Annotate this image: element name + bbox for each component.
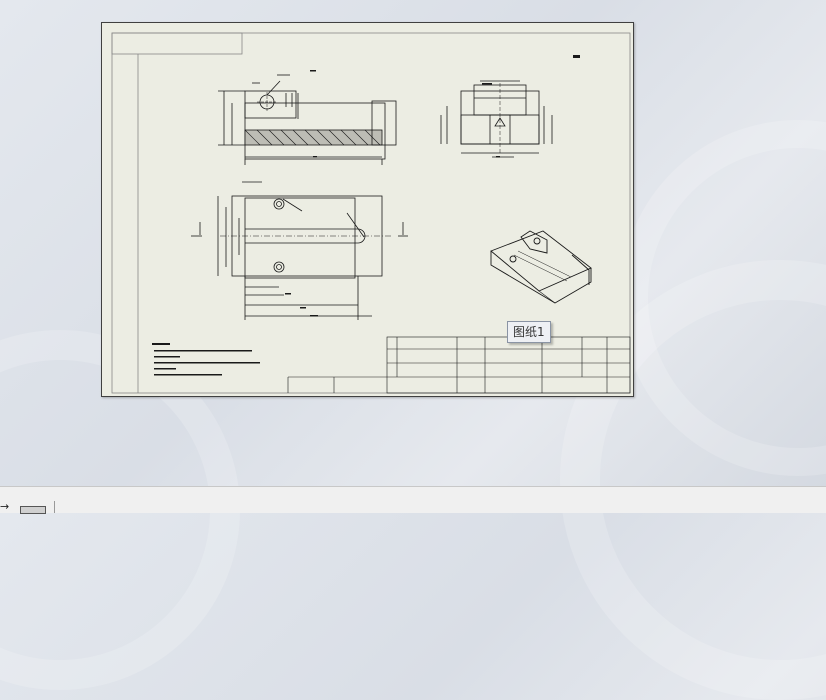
top-left-box — [111, 32, 243, 55]
isometric-view — [490, 230, 592, 304]
status-separator — [54, 501, 55, 513]
title-block — [287, 336, 631, 394]
inner-border — [111, 32, 631, 394]
graphics-area[interactable]: 图纸1 — [0, 0, 826, 700]
dimension-marks — [285, 55, 580, 317]
front-view — [218, 74, 397, 165]
status-bar — [0, 486, 826, 513]
sheet-tab[interactable]: 图纸1 — [507, 321, 551, 343]
arrow-right-icon: → — [0, 500, 10, 513]
drawing-canvas — [111, 32, 631, 394]
technical-notes — [152, 343, 260, 376]
top-view — [191, 181, 408, 320]
side-view — [440, 80, 553, 158]
drawing-sheet[interactable]: 图纸1 — [101, 22, 634, 397]
